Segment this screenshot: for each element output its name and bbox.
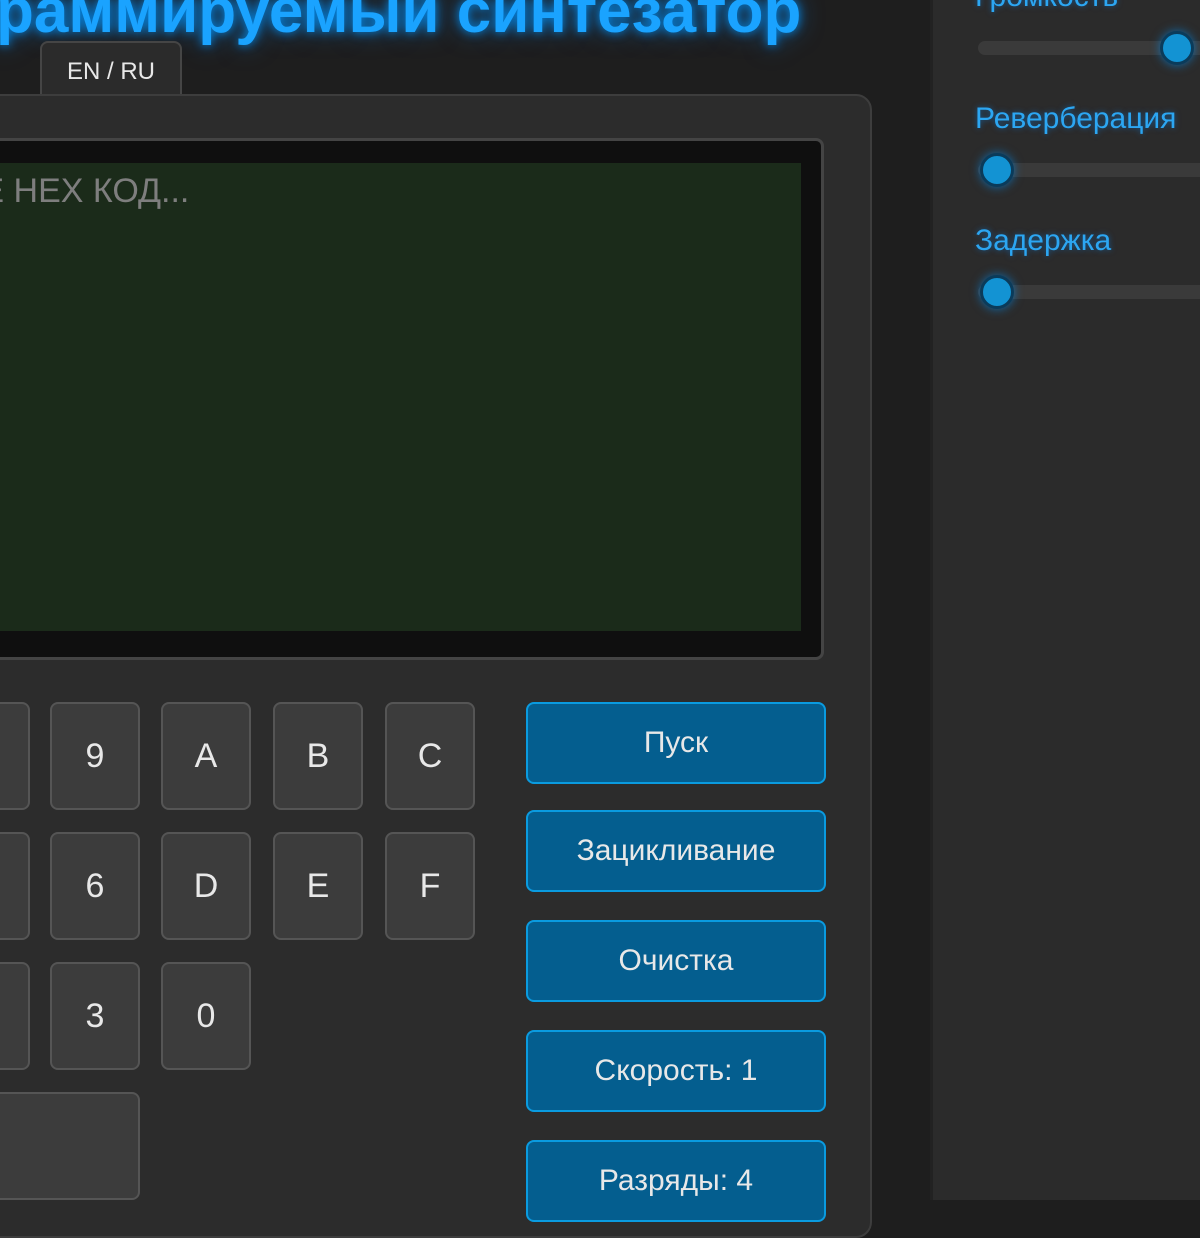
keypad-key-6[interactable]: 6 <box>50 832 140 940</box>
keypad-key-wide[interactable]: ] <box>0 1092 140 1200</box>
keypad-key-f[interactable]: F <box>385 832 475 940</box>
keypad-key-3[interactable]: 3 <box>50 962 140 1070</box>
speed-button[interactable]: Скорость: 1 <box>526 1030 826 1112</box>
effects-sidebar <box>930 0 1200 1200</box>
keypad-key-d[interactable]: D <box>161 832 251 940</box>
delay-label: Задержка <box>975 224 1112 257</box>
volume-slider-thumb[interactable] <box>1160 31 1194 65</box>
loop-button[interactable]: Зацикливание <box>526 810 826 892</box>
keypad-key-partial[interactable] <box>0 832 30 940</box>
play-button[interactable]: Пуск <box>526 702 826 784</box>
keypad-key-b[interactable]: B <box>273 702 363 810</box>
keypad-key-a[interactable]: A <box>161 702 251 810</box>
keypad-key-9[interactable]: 9 <box>50 702 140 810</box>
keypad-key-c[interactable]: C <box>385 702 475 810</box>
keypad-key-partial[interactable] <box>0 702 30 810</box>
hex-display <box>0 138 824 660</box>
delay-slider-thumb[interactable] <box>980 275 1014 309</box>
reverb-label: Реверберация <box>975 102 1177 135</box>
clear-button[interactable]: Очистка <box>526 920 826 1002</box>
keypad-key-e[interactable]: E <box>273 832 363 940</box>
keypad-key-0[interactable]: 0 <box>161 962 251 1070</box>
digits-button[interactable]: Разряды: 4 <box>526 1140 826 1222</box>
hex-display-screen <box>0 163 801 631</box>
volume-label: Громкость <box>975 0 1118 14</box>
reverb-slider-thumb[interactable] <box>980 153 1014 187</box>
hex-code-input[interactable] <box>0 171 765 212</box>
keypad-key-partial[interactable] <box>0 962 30 1070</box>
page-title: раммируемый синтезатор <box>0 0 802 46</box>
